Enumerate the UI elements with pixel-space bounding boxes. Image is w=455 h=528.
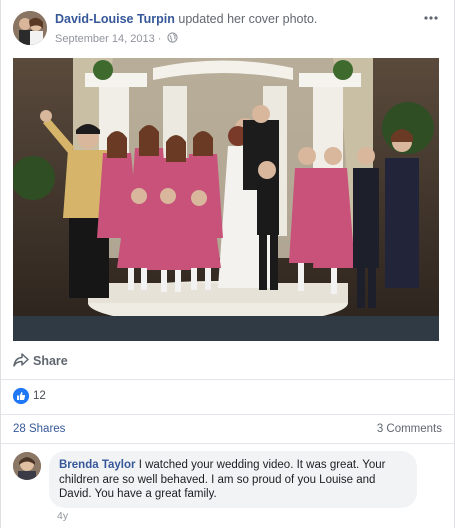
share-button[interactable]: Share xyxy=(33,354,68,368)
share-action[interactable]: Share xyxy=(13,350,442,372)
post-date-link[interactable]: September 14, 2013 xyxy=(55,33,155,45)
comment-author-link[interactable]: Brenda Taylor xyxy=(59,459,135,471)
divider xyxy=(1,379,454,380)
comment-timestamp[interactable]: 4y xyxy=(57,510,68,522)
thumbs-up-icon xyxy=(13,388,29,404)
comments-count-link[interactable]: 3 Comments xyxy=(377,423,442,435)
cover-photo[interactable] xyxy=(13,58,439,341)
post-headline: David-Louise Turpin updated her cover ph… xyxy=(55,12,317,26)
post-header: David-Louise Turpin updated her cover ph… xyxy=(13,11,442,47)
comment-bubble: Brenda Taylor I watched your wedding vid… xyxy=(49,451,417,508)
post-card: David-Louise Turpin updated her cover ph… xyxy=(0,0,455,528)
post-meta: September 14, 2013 · xyxy=(55,32,179,46)
reaction-count[interactable]: 12 xyxy=(33,390,46,402)
post-stats: 28 Shares 3 Comments xyxy=(13,423,442,439)
post-action-text: updated her cover photo. xyxy=(178,12,318,26)
author-avatar[interactable] xyxy=(13,11,47,45)
divider xyxy=(1,443,454,444)
shares-count-link[interactable]: 28 Shares xyxy=(13,423,65,435)
globe-icon[interactable] xyxy=(167,32,179,46)
share-arrow-icon xyxy=(13,353,29,370)
divider xyxy=(1,414,454,415)
more-horizontal-icon[interactable] xyxy=(424,11,442,23)
post-author-link[interactable]: David-Louise Turpin xyxy=(55,12,175,26)
meta-separator: · xyxy=(157,33,162,45)
commenter-avatar[interactable] xyxy=(13,452,41,480)
